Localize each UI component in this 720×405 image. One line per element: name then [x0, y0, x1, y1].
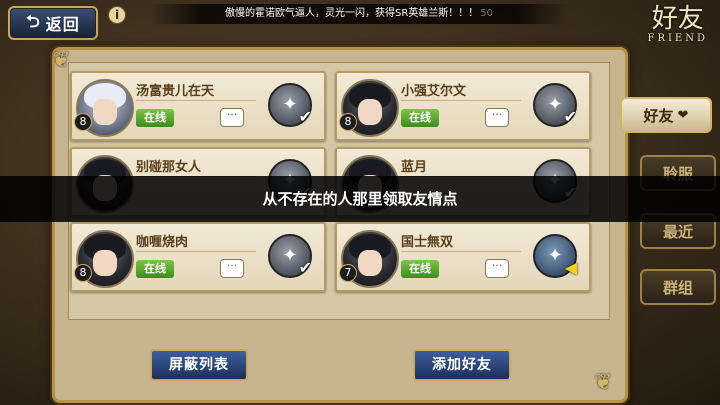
friend-name: 汤富贵儿在天	[136, 84, 215, 99]
tab-friends-label: 好友	[643, 106, 674, 125]
back-button[interactable]: ⮌ 返回	[8, 6, 98, 40]
block-list-button[interactable]: 屏蔽列表	[150, 349, 248, 381]
online-status-badge: 在线	[401, 109, 439, 127]
tab-friends[interactable]: 好友 ❤	[620, 97, 712, 133]
corner-ornament-icon: ❦	[52, 48, 71, 73]
friend-card[interactable]: 7 国士無双 在线 ··· ✦ ◀	[335, 222, 591, 292]
friend-name: 小强艾尔文	[401, 84, 467, 99]
heart-icon: ❤	[677, 107, 689, 123]
friendship-point-button[interactable]: ✦✔	[268, 83, 312, 127]
back-label: 返回	[45, 15, 80, 34]
tab-group-label: 群组	[662, 278, 693, 297]
arrow-icon: ◀	[564, 258, 577, 277]
friend-card[interactable]: 8 小强艾尔文 在线 ··· ✦ ✔	[335, 71, 591, 141]
friendship-point-button[interactable]: ✦✔	[268, 234, 312, 278]
ticker-text: 傲慢的霍诺欧气逼人，灵光一闪，获得SR英雄兰斯！！！	[224, 8, 479, 19]
online-status-badge: 在线	[401, 260, 439, 278]
page-title-text: 好友	[651, 4, 704, 34]
level-badge: 7	[339, 264, 357, 282]
friend-card[interactable]: 8 咖喱烧肉 在线 ··· ✦ ✔	[70, 222, 326, 292]
check-icon: ✔	[298, 258, 312, 277]
back-arrow-icon: ⮌	[26, 11, 41, 32]
friend-name: 国士無双	[401, 235, 454, 250]
page-title: 好友 FRIEND	[648, 4, 709, 44]
friendship-point-button[interactable]: ✦✔	[533, 83, 577, 127]
friend-name: 咖喱烧肉	[136, 235, 189, 250]
chat-icon[interactable]: ···	[220, 259, 244, 278]
chat-icon[interactable]: ···	[220, 108, 244, 127]
news-ticker: 傲慢的霍诺欧气逼人，灵光一闪，获得SR英雄兰斯！！！ 50	[150, 4, 568, 24]
friend-name: 蓝月	[401, 160, 428, 175]
level-badge: 8	[339, 113, 357, 131]
receive-friendship-point-button[interactable]: ✦ ◀	[533, 234, 577, 278]
friend-name: 别碰那女人	[136, 160, 202, 175]
check-icon: ✔	[298, 107, 312, 126]
add-friend-button[interactable]: 添加好友	[413, 349, 511, 381]
friend-card[interactable]: 8 汤富贵儿在天 在线 ··· ✦ ✔	[70, 71, 326, 141]
online-status-badge: 在线	[136, 109, 174, 127]
page-title-en: FRIEND	[647, 33, 708, 44]
tab-recent-label: 最近	[662, 222, 693, 241]
info-icon[interactable]: i	[108, 6, 126, 24]
level-badge: 8	[74, 264, 92, 282]
online-status-badge: 在线	[136, 260, 174, 278]
level-badge: 8	[74, 113, 92, 131]
chat-icon[interactable]: ···	[485, 259, 509, 278]
corner-ornament-icon: ❦	[594, 370, 613, 395]
ticker-tail: 50	[480, 8, 494, 19]
tab-group[interactable]: 群组	[640, 269, 716, 305]
chat-icon[interactable]: ···	[485, 108, 509, 127]
check-icon: ✔	[563, 107, 577, 126]
toast-message: 从不存在的人那里领取友情点	[0, 176, 720, 222]
